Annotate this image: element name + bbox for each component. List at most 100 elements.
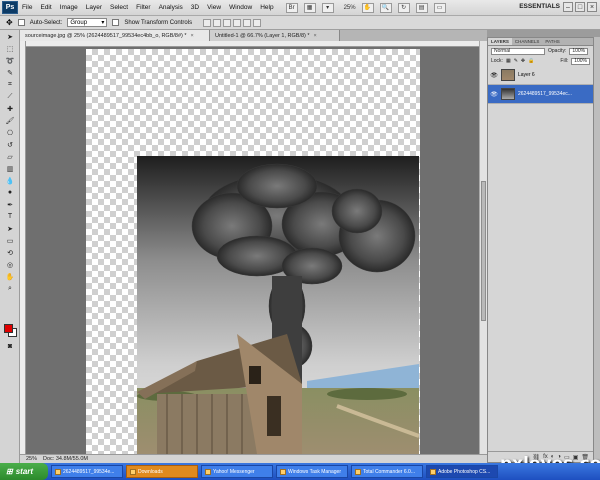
taskbar-item-photoshop[interactable]: Adobe Photoshop CS... — [426, 465, 498, 478]
foreground-color-swatch[interactable] — [4, 324, 13, 333]
lock-position-icon[interactable]: ✥ — [521, 58, 525, 64]
move-tool-icon[interactable]: ➤ — [3, 31, 17, 42]
tab-paths[interactable]: PATHS — [542, 38, 562, 45]
path-selection-tool-icon[interactable]: ➤ — [3, 223, 17, 234]
bridge-icon[interactable]: Br — [285, 2, 298, 13]
mini-bridge-icon[interactable]: ▦ — [303, 2, 316, 13]
menu-help[interactable]: Help — [256, 4, 277, 11]
quick-mask-icon[interactable]: ◙ — [3, 341, 17, 352]
menu-edit[interactable]: Edit — [36, 4, 55, 11]
align-right-icon[interactable] — [253, 18, 262, 27]
menu-image[interactable]: Image — [56, 4, 82, 11]
move-tool-preset-icon[interactable]: ✥ — [6, 18, 13, 27]
healing-brush-tool-icon[interactable]: ✚ — [3, 103, 17, 114]
type-tool-icon[interactable]: T — [3, 211, 17, 222]
align-top-icon[interactable] — [203, 18, 212, 27]
hand-icon[interactable]: ✋ — [361, 2, 374, 13]
vertical-ruler[interactable] — [20, 41, 26, 454]
close-tab-icon[interactable]: × — [314, 33, 317, 39]
blur-tool-icon[interactable]: 💧 — [3, 175, 17, 186]
canvas-image-explosion-shack[interactable] — [137, 156, 419, 454]
vertical-scrollbar[interactable] — [479, 41, 487, 454]
layer-row-photo[interactable]: 👁 2624489517_99534ec... — [488, 85, 593, 104]
menu-file[interactable]: File — [18, 4, 36, 11]
show-transform-label: Show Transform Controls — [124, 19, 193, 26]
hand-tool-icon[interactable]: ✋ — [3, 271, 17, 282]
lock-label: Lock: — [491, 58, 503, 64]
tab-untitled[interactable]: Untitled-1 @ 66.7% (Layer 1, RGB/8) * × — [210, 30, 340, 41]
zoom-dropdown-icon[interactable]: ▾ — [321, 2, 334, 13]
workspace-switcher[interactable]: ESSENTIALS — [519, 3, 560, 10]
gradient-tool-icon[interactable]: ▥ — [3, 163, 17, 174]
taskbar-item-photo[interactable]: 2624489517_99534e... — [51, 465, 123, 478]
tab-sourceimage[interactable]: sourceimage.jpg @ 25% (2624489517_99534e… — [20, 30, 210, 41]
zoom-icon[interactable]: 🔍 — [379, 2, 392, 13]
lock-paint-icon[interactable]: ✎ — [514, 58, 518, 64]
align-center-icon[interactable] — [243, 18, 252, 27]
menu-bar: Ps File Edit Image Layer Select Filter A… — [0, 0, 600, 16]
opacity-field[interactable]: 100% — [569, 47, 589, 55]
fill-field[interactable]: 100% — [571, 57, 590, 65]
taskbar-item-total-commander[interactable]: Total Commander 6.0... — [351, 465, 423, 478]
task-label: Downloads — [138, 468, 163, 475]
pen-tool-icon[interactable]: ✒ — [3, 199, 17, 210]
menu-view[interactable]: View — [203, 4, 225, 11]
blend-mode-value: Normal — [494, 48, 511, 54]
crop-tool-icon[interactable]: ⌗ — [3, 79, 17, 90]
tab-channels[interactable]: CHANNELS — [512, 38, 543, 45]
scrollbar-thumb[interactable] — [481, 181, 486, 321]
rotate-view-icon[interactable]: ↻ — [397, 2, 410, 13]
auto-select-checkbox[interactable] — [17, 19, 25, 26]
3d-orbit-tool-icon[interactable]: ◎ — [3, 259, 17, 270]
dodge-tool-icon[interactable]: ● — [3, 187, 17, 198]
menu-layer[interactable]: Layer — [82, 4, 106, 11]
close-tab-icon[interactable]: × — [191, 33, 194, 39]
eyedropper-tool-icon[interactable]: ⟋ — [3, 91, 17, 102]
clone-stamp-tool-icon[interactable]: ⎔ — [3, 127, 17, 138]
menu-window[interactable]: Window — [225, 4, 256, 11]
layer-name: 2624489517_99534ec... — [518, 91, 572, 97]
collapsed-panels[interactable] — [594, 37, 600, 463]
shape-tool-icon[interactable]: ▭ — [3, 235, 17, 246]
start-button[interactable]: ⊞ start — [0, 463, 48, 480]
horizontal-ruler[interactable] — [26, 41, 479, 47]
zoom-tool-icon[interactable]: ⌕ — [3, 283, 17, 294]
eraser-tool-icon[interactable]: ▱ — [3, 151, 17, 162]
close-icon[interactable]: × — [587, 2, 597, 12]
status-zoom[interactable]: 25% — [26, 456, 37, 462]
eye-icon[interactable]: 👁 — [490, 90, 498, 98]
windows-logo-icon: ⊞ — [6, 467, 13, 476]
show-transform-checkbox[interactable] — [112, 19, 120, 26]
menu-filter[interactable]: Filter — [132, 4, 154, 11]
tab-layers[interactable]: LAYERS — [488, 38, 512, 45]
tab-label: Untitled-1 @ 66.7% (Layer 1, RGB/8) * — [215, 32, 310, 39]
layer-thumbnail — [501, 69, 515, 81]
maximize-icon[interactable]: □ — [575, 2, 585, 12]
layer-row-layer6[interactable]: 👁 Layer 6 — [488, 66, 593, 85]
zoom-level[interactable]: 25% — [344, 5, 356, 11]
brush-tool-icon[interactable]: 🖌 — [3, 115, 17, 126]
3d-rotate-tool-icon[interactable]: ⟲ — [3, 247, 17, 258]
quick-select-tool-icon[interactable]: ✎ — [3, 67, 17, 78]
blend-mode-dropdown[interactable]: Normal — [491, 47, 545, 55]
lasso-tool-icon[interactable]: ➰ — [3, 55, 17, 66]
minimize-icon[interactable]: – — [563, 2, 573, 12]
auto-select-dropdown[interactable]: Group ▾ — [67, 18, 108, 27]
taskbar-item-task-manager[interactable]: Windows Task Manager — [276, 465, 348, 478]
windows-taskbar: ⊞ start 2624489517_99534e... Downloads Y… — [0, 463, 600, 480]
menu-3d[interactable]: 3D — [187, 4, 203, 11]
align-left-icon[interactable] — [233, 18, 242, 27]
marquee-tool-icon[interactable]: ⬚ — [3, 43, 17, 54]
arrange-documents-icon[interactable]: ▤ — [415, 2, 428, 13]
lock-all-icon[interactable]: 🔒 — [528, 58, 534, 64]
align-bottom-icon[interactable] — [223, 18, 232, 27]
lock-transparency-icon[interactable]: ▦ — [506, 58, 511, 64]
history-brush-tool-icon[interactable]: ↺ — [3, 139, 17, 150]
eye-icon[interactable]: 👁 — [490, 71, 498, 79]
menu-analysis[interactable]: Analysis — [155, 4, 187, 11]
menu-select[interactable]: Select — [106, 4, 132, 11]
taskbar-item-downloads[interactable]: Downloads — [126, 465, 198, 478]
screen-mode-icon[interactable]: ▭ — [433, 2, 446, 13]
taskbar-item-messenger[interactable]: Yahoo! Messenger — [201, 465, 273, 478]
align-middle-icon[interactable] — [213, 18, 222, 27]
